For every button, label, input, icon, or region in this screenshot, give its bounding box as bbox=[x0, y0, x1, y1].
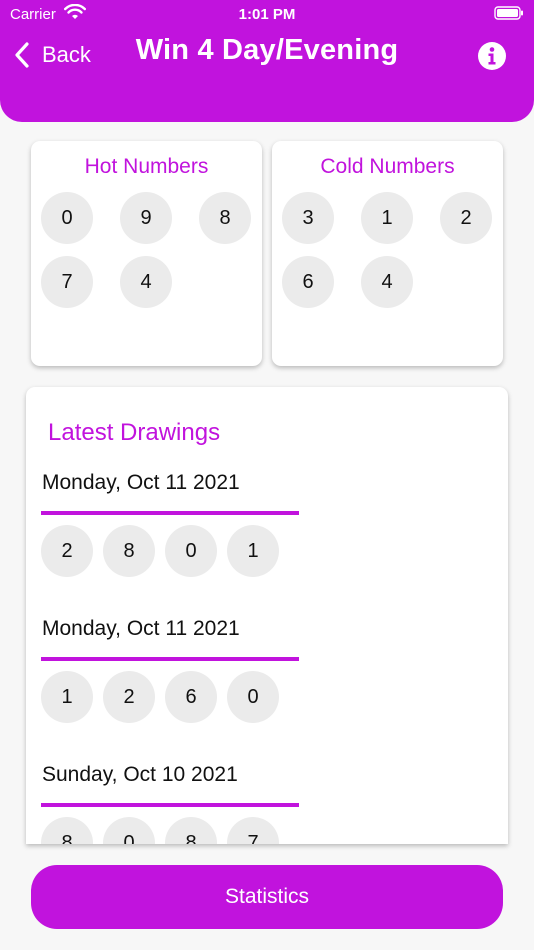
cold-number-ball: 1 bbox=[361, 192, 413, 244]
hot-number-ball: 9 bbox=[120, 192, 172, 244]
draw-number-ball: 6 bbox=[165, 671, 217, 723]
draw-date: Monday, Oct 11 2021 bbox=[42, 471, 240, 494]
cold-number-ball: 4 bbox=[361, 256, 413, 308]
draw-divider bbox=[41, 511, 299, 515]
draw-divider bbox=[41, 803, 299, 807]
draw-number-ball: 1 bbox=[227, 525, 279, 577]
statistics-button[interactable]: Statistics bbox=[31, 865, 503, 929]
draw-number-ball: 7 bbox=[227, 817, 279, 844]
clock: 1:01 PM bbox=[238, 6, 296, 23]
draw-number-ball: 8 bbox=[41, 817, 93, 844]
page-title: Win 4 Day/Evening bbox=[135, 34, 399, 66]
hot-number-ball: 4 bbox=[120, 256, 172, 308]
cold-number-ball: 2 bbox=[440, 192, 492, 244]
draw-number-ball: 8 bbox=[165, 817, 217, 844]
draw-divider bbox=[41, 657, 299, 661]
draw-number-ball: 0 bbox=[165, 525, 217, 577]
draw-number-ball: 8 bbox=[103, 525, 155, 577]
cold-number-ball: 3 bbox=[282, 192, 334, 244]
draw-number-ball: 1 bbox=[41, 671, 93, 723]
latest-drawings-title: Latest Drawings bbox=[48, 419, 221, 446]
hot-number-ball: 0 bbox=[41, 192, 93, 244]
draw-number-ball: 2 bbox=[103, 671, 155, 723]
latest-drawings-card[interactable]: Latest Drawings Monday, Oct 11 2021 2 8 … bbox=[26, 387, 508, 844]
app-header: Back Win 4 Day/Evening bbox=[0, 30, 534, 122]
hot-numbers-panel: Hot Numbers 0 9 8 7 4 bbox=[31, 141, 262, 366]
battery-icon bbox=[494, 6, 523, 20]
cold-numbers-panel: Cold Numbers 3 1 2 6 4 bbox=[272, 141, 503, 366]
draw-date: Monday, Oct 11 2021 bbox=[42, 617, 240, 640]
draw-number-ball: 0 bbox=[227, 671, 279, 723]
cold-numbers-title: Cold Numbers bbox=[320, 155, 455, 178]
draw-number-ball: 0 bbox=[103, 817, 155, 844]
status-bar: Carrier 1:01 PM bbox=[0, 0, 534, 30]
hot-number-ball: 8 bbox=[199, 192, 251, 244]
hot-number-ball: 7 bbox=[41, 256, 93, 308]
draw-date: Sunday, Oct 10 2021 bbox=[42, 763, 238, 786]
info-icon[interactable] bbox=[477, 41, 507, 71]
cold-number-ball: 6 bbox=[282, 256, 334, 308]
hot-numbers-title: Hot Numbers bbox=[84, 155, 209, 178]
draw-number-ball: 2 bbox=[41, 525, 93, 577]
